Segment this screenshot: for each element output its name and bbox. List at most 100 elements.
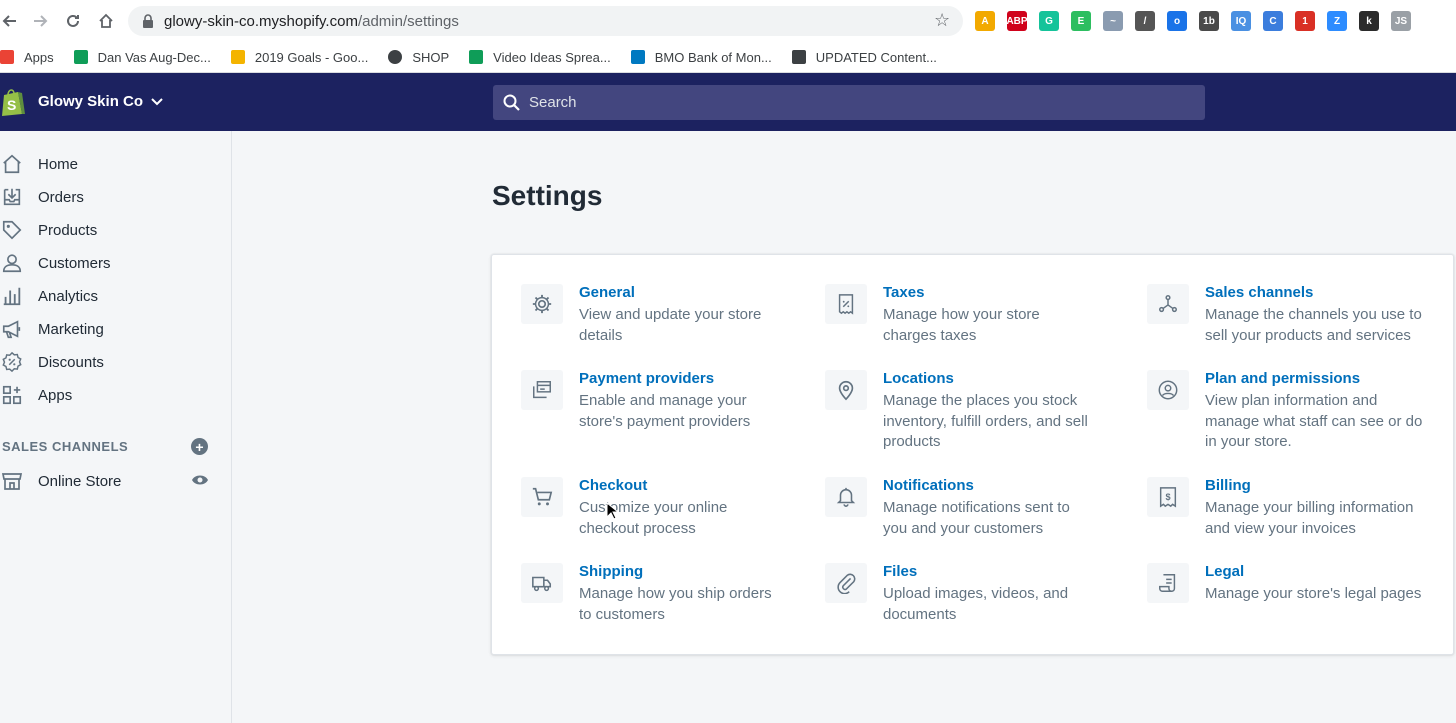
zoom-icon[interactable]: Z (1327, 11, 1347, 31)
sidebar-item-label: Apps (38, 386, 73, 404)
setting-legal[interactable]: Legal Manage your store's legal pages (1147, 563, 1427, 643)
chevron-down-icon (151, 97, 163, 105)
setting-title[interactable]: Legal (1205, 563, 1244, 580)
bookmark-star-icon[interactable]: ☆ (934, 10, 950, 31)
search-icon (503, 94, 520, 111)
search-input[interactable]: Search (493, 85, 1205, 120)
sidebar-item-home[interactable]: Home (0, 150, 232, 178)
ext-a-icon[interactable]: A (975, 11, 995, 31)
setting-description: Manage notifications sent to you and you… (883, 499, 1070, 537)
evernote-icon[interactable]: E (1071, 11, 1091, 31)
setting-locations[interactable]: Locations Manage the places you stock inv… (825, 370, 1125, 450)
browser-toolbar: glowy-skin-co.myshopify.com/admin/settin… (0, 0, 1456, 42)
apps-grid-icon (0, 50, 14, 64)
bookmark-item[interactable]: 2019 Goals - Goo... (223, 50, 380, 65)
sidebar-item-label: Products (38, 221, 98, 239)
billing-icon: $ (1147, 477, 1189, 517)
browser-home-icon (99, 13, 113, 28)
reload-button[interactable] (57, 5, 89, 37)
setting-title[interactable]: Plan and permissions (1205, 370, 1360, 387)
drive-icon (230, 50, 245, 64)
setting-description: Manage your store's legal pages (1205, 585, 1422, 602)
setting-shipping[interactable]: Shipping Manage how you ship orders to cu… (521, 563, 821, 643)
sidebar-item-orders[interactable]: Orders (0, 183, 232, 211)
setting-title[interactable]: Checkout (579, 477, 647, 494)
home-icon (0, 152, 24, 176)
payment-icon (521, 370, 563, 410)
apps-icon (0, 383, 24, 407)
bookmarks-bar: Apps Dan Vas Aug-Dec... 2019 Goals - Goo..… (0, 42, 1456, 73)
page-title: Settings (492, 180, 603, 211)
home-button[interactable] (90, 5, 122, 37)
setting-sales-channels[interactable]: Sales channels Manage the channels you us… (1147, 284, 1427, 364)
bookmark-label: 2019 Goals - Goo... (254, 49, 369, 65)
setting-title[interactable]: Billing (1205, 477, 1251, 494)
sheets-icon (469, 50, 484, 64)
bookmark-item[interactable]: Apps (0, 50, 66, 65)
grammarly-icon[interactable]: G (1039, 11, 1059, 31)
view-store-eye-icon[interactable] (191, 473, 209, 491)
setting-title[interactable]: Shipping (579, 563, 643, 580)
sidebar-nav: SALES CHANNELS + Online Store Home Orders… (0, 131, 232, 723)
ext-cal-icon[interactable]: C (1263, 11, 1283, 31)
paperclip-icon (825, 563, 867, 603)
setting-title[interactable]: Notifications (883, 477, 974, 494)
setting-description: Manage your billing information and view… (1205, 499, 1414, 537)
ext-iq-icon[interactable]: IQ (1231, 11, 1251, 31)
bookmark-item[interactable]: BMO Bank of Mon... (623, 50, 784, 65)
sidebar-item-analytics[interactable]: Analytics (0, 282, 232, 310)
setting-title[interactable]: Sales channels (1205, 284, 1313, 301)
ext-pen-icon[interactable]: / (1135, 11, 1155, 31)
bookmark-item[interactable]: Dan Vas Aug-Dec... (66, 50, 223, 65)
gear-icon (521, 284, 563, 324)
bookmark-item[interactable]: Video Ideas Sprea... (461, 50, 623, 65)
setting-title[interactable]: Taxes (883, 284, 924, 301)
bookmark-item[interactable]: UPDATED Content... (784, 50, 949, 65)
mouse-cursor-icon (606, 502, 618, 520)
setting-description: Manage the places you stock inventory, f… (883, 392, 1088, 450)
forward-button[interactable] (24, 5, 56, 37)
sidebar-item-products[interactable]: Products (0, 216, 232, 244)
setting-title[interactable]: Files (883, 563, 917, 580)
store-switcher[interactable]: Glowy Skin Co (38, 93, 163, 110)
setting-title[interactable]: Payment providers (579, 370, 714, 387)
address-bar[interactable]: glowy-skin-co.myshopify.com/admin/settin… (128, 6, 963, 36)
extension-icons: A ABP G E ~ / o 1b IQ C 1 Zk JS (975, 11, 1411, 31)
setting-title[interactable]: Locations (883, 370, 954, 387)
setting-files[interactable]: Files Upload images, videos, and document… (825, 563, 1125, 643)
sidebar-item-discounts[interactable]: Discounts (0, 348, 232, 376)
setting-title[interactable]: General (579, 284, 635, 301)
bookmark-item[interactable]: SHOP (380, 50, 461, 65)
ext-globe-icon[interactable]: o (1167, 11, 1187, 31)
add-sales-channel-button[interactable]: + (191, 438, 208, 455)
truck-icon (521, 563, 563, 603)
setting-plan-and-permissions[interactable]: Plan and permissions View plan informatio… (1147, 370, 1427, 450)
bank-icon (630, 50, 645, 64)
sidebar-item-online-store[interactable]: Online Store (0, 467, 232, 495)
adblock-icon[interactable]: ABP (1006, 11, 1028, 31)
shopify-logo-icon[interactable]: S (0, 87, 26, 117)
ext-red-icon[interactable]: 1 (1295, 11, 1315, 31)
setting-payment-providers[interactable]: Payment providers Enable and manage your … (521, 370, 821, 450)
sidebar-item-marketing[interactable]: Marketing (0, 315, 232, 343)
setting-notifications[interactable]: Notifications Manage notifications sent t… (825, 477, 1125, 557)
setting-description: Enable and manage your store's payment p… (579, 392, 751, 430)
bell-icon (825, 477, 867, 517)
channels-icon (1147, 284, 1189, 324)
sidebar-item-apps[interactable]: Apps (0, 381, 232, 409)
ext-1b-icon[interactable]: 1b (1199, 11, 1219, 31)
setting-taxes[interactable]: Taxes Manage how your store charges taxes (825, 284, 1125, 364)
setting-billing[interactable]: $ Billing Manage your billing information … (1147, 477, 1427, 557)
ext-js-icon[interactable]: JS (1391, 11, 1411, 31)
megaphone-icon (0, 317, 24, 341)
ext-chart-icon[interactable]: ~ (1103, 11, 1123, 31)
bookmark-label: Video Ideas Sprea... (493, 49, 611, 65)
ext-k-icon[interactable]: k (1359, 11, 1379, 31)
back-button[interactable] (0, 5, 26, 37)
sidebar-item-customers[interactable]: Customers (0, 249, 232, 277)
setting-general[interactable]: General View and update your store detail… (521, 284, 821, 364)
setting-checkout[interactable]: Checkout Customize your online checkout p… (521, 477, 821, 557)
settings-card: General View and update your store detail… (491, 254, 1454, 655)
svg-text:S: S (7, 97, 16, 113)
bookmark-label: UPDATED Content... (815, 49, 937, 65)
